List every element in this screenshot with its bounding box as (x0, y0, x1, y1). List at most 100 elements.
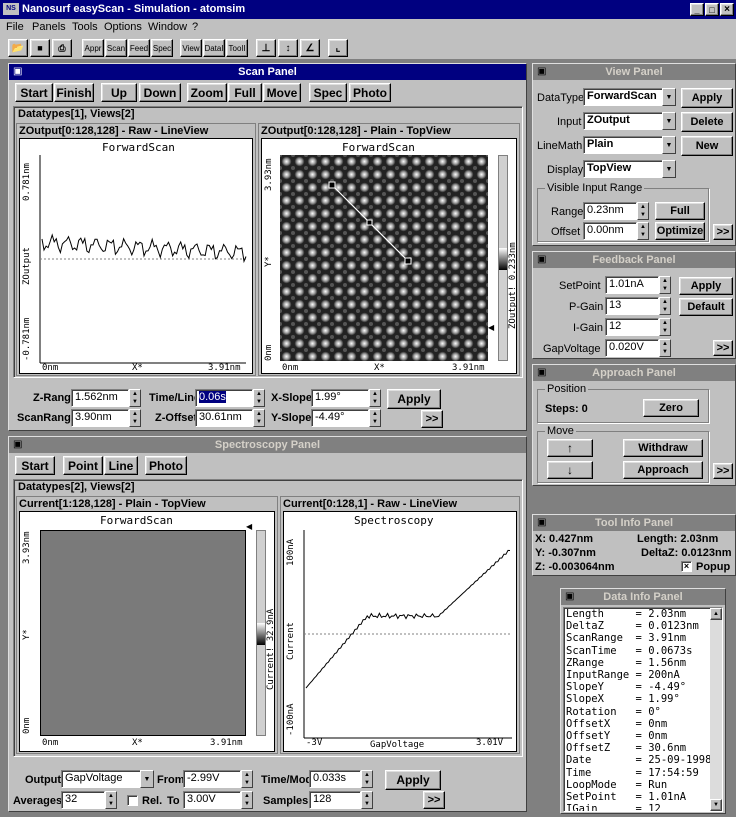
samples-field[interactable]: 128 (309, 791, 361, 809)
popup-checkbox[interactable]: × (681, 561, 692, 572)
zrange-spinner[interactable]: ▲ ▼ (129, 389, 141, 407)
linemath-dropdown-icon[interactable]: ▼ (662, 136, 676, 154)
view-more-button[interactable]: >> (713, 224, 733, 240)
timeline-field[interactable]: 0.06s (195, 389, 253, 407)
zoffset-spinner[interactable]: ▲ ▼ (253, 409, 265, 427)
toolbar-spec[interactable]: Spec (151, 39, 173, 57)
pgain-spinner[interactable]: ▲ ▼ (659, 297, 671, 315)
range-full-button[interactable]: Full (655, 202, 705, 220)
toolbar-feed[interactable]: Feed (128, 39, 150, 57)
title-bar[interactable]: NS Nanosurf easyScan - Simulation - atom… (0, 0, 736, 19)
spec-line-button[interactable]: Line (104, 456, 138, 475)
view-panel-titlebar[interactable]: View Panel (533, 64, 735, 80)
linemath-select[interactable]: Plain (583, 136, 663, 154)
display-dropdown-icon[interactable]: ▼ (662, 160, 676, 178)
scan-down-button[interactable]: Down (139, 83, 181, 102)
pin-icon[interactable]: ▣ (13, 66, 27, 78)
view-new-button[interactable]: New (681, 136, 733, 156)
input-dropdown-icon[interactable]: ▼ (662, 112, 676, 130)
averages-field[interactable]: 32 (61, 791, 105, 809)
datainfo-panel-titlebar[interactable]: Data Info Panel (561, 589, 725, 605)
averages-spinner[interactable]: ▲ ▼ (105, 791, 117, 809)
range-field[interactable]: 0.23nm (583, 202, 637, 220)
view-apply-button[interactable]: Apply (681, 88, 733, 108)
scan-apply-button[interactable]: Apply (387, 389, 441, 409)
scan-up-button[interactable]: Up (101, 83, 137, 102)
range-spinner[interactable]: ▲ ▼ (637, 202, 649, 220)
pin-icon[interactable]: ▣ (537, 367, 551, 379)
pin-icon[interactable]: ▣ (13, 439, 27, 451)
approach-button[interactable]: Approach (623, 461, 703, 479)
approach-more-button[interactable]: >> (713, 463, 733, 479)
move-down-button[interactable]: ↓ (547, 461, 593, 479)
yslope-field[interactable]: -4.49° (311, 409, 369, 427)
feedback-apply-button[interactable]: Apply (679, 277, 733, 295)
move-up-button[interactable]: ↑ (547, 439, 593, 457)
input-select[interactable]: ZOutput (583, 112, 663, 130)
scan-zoom-button[interactable]: Zoom (187, 83, 227, 102)
igain-field[interactable]: 12 (605, 318, 659, 336)
toolbar-datai[interactable]: DataI (203, 39, 225, 57)
to-spinner[interactable]: ▲ ▼ (241, 791, 253, 809)
scan-full-button[interactable]: Full (228, 83, 262, 102)
menu-options[interactable]: Options (104, 21, 142, 33)
datainfo-list[interactable]: Length = 2.03nm DeltaZ = 0.0123nm ScanRang… (563, 607, 723, 812)
optimize-button[interactable]: Optimize (655, 222, 705, 240)
gapvoltage-field[interactable]: 0.020V (605, 339, 659, 357)
display-select[interactable]: TopView (583, 160, 663, 178)
chart-icon[interactable]: ⌞ (328, 39, 348, 57)
maximize-button[interactable]: □ (705, 3, 719, 16)
offset-field[interactable]: 0.00nm (583, 222, 637, 240)
zrange-field[interactable]: 1.562nm (71, 389, 129, 407)
pgain-field[interactable]: 13 (605, 297, 659, 315)
spec-topview-plot[interactable]: ForwardScan ◀ Current! 32.9nA 3.93nm Y* … (19, 511, 276, 752)
close-button[interactable]: × (720, 3, 734, 16)
save-icon[interactable]: ■ (30, 39, 50, 57)
offset-spinner[interactable]: ▲ ▼ (637, 222, 649, 240)
igain-spinner[interactable]: ▲ ▼ (659, 318, 671, 336)
menu-tools[interactable]: Tools (72, 21, 98, 33)
scan-start-button[interactable]: Start (15, 83, 53, 102)
scan-panel-titlebar[interactable]: Scan Panel (9, 64, 526, 80)
xslope-field[interactable]: 1.99° (311, 389, 369, 407)
zero-button[interactable]: Zero (643, 399, 699, 417)
minimize-button[interactable]: _ (690, 3, 704, 16)
scroll-up-icon[interactable]: ▲ (710, 608, 722, 620)
angle-icon[interactable]: ∠ (300, 39, 320, 57)
timemod-field[interactable]: 0.033s (309, 770, 361, 788)
gapvoltage-spinner[interactable]: ▲ ▼ (659, 339, 671, 357)
datatype-dropdown-icon[interactable]: ▼ (662, 88, 676, 106)
xslope-spinner[interactable]: ▲ ▼ (369, 389, 381, 407)
spec-point-button[interactable]: Point (63, 456, 103, 475)
timemod-spinner[interactable]: ▲ ▼ (361, 770, 373, 788)
datatype-select[interactable]: ForwardScan (583, 88, 663, 106)
timeline-spinner[interactable]: ▲ ▼ (253, 389, 265, 407)
scan-more-button[interactable]: >> (421, 410, 443, 428)
spec-lineview-plot[interactable]: Spectroscopy 100nA Current -100nA -3V Ga… (283, 511, 517, 752)
scan-topview-plot[interactable]: ForwardScan ZOutput! 0.233nm ◀ 3.93nm Y*… (261, 138, 518, 374)
pin-icon[interactable]: ▣ (565, 591, 579, 603)
view-delete-button[interactable]: Delete (681, 112, 733, 132)
samples-spinner[interactable]: ▲ ▼ (361, 791, 373, 809)
feedback-more-button[interactable]: >> (713, 340, 733, 356)
spec-start-button[interactable]: Start (15, 456, 55, 475)
spec-panel-titlebar[interactable]: Spectroscopy Panel (9, 437, 526, 453)
scan-finish-button[interactable]: Finish (54, 83, 94, 102)
pin-icon[interactable]: ▣ (537, 254, 551, 266)
pin-icon[interactable]: ▣ (537, 66, 551, 78)
spec-apply-button[interactable]: Apply (385, 770, 441, 790)
zoffset-field[interactable]: 30.61nm (195, 409, 253, 427)
toolbar-view[interactable]: View (180, 39, 202, 57)
scan-move-button[interactable]: Move (263, 83, 301, 102)
menu-panels[interactable]: Panels (32, 21, 66, 33)
scanrange-field[interactable]: 3.90nm (71, 409, 129, 427)
spec-more-button[interactable]: >> (423, 791, 445, 809)
scanrange-spinner[interactable]: ▲ ▼ (129, 409, 141, 427)
menu-window[interactable]: Window (148, 21, 187, 33)
rel-checkbox[interactable] (127, 795, 138, 806)
output-dropdown-icon[interactable]: ▼ (140, 770, 154, 788)
withdraw-button[interactable]: Withdraw (623, 439, 703, 457)
print-icon[interactable]: ⎙ (52, 39, 72, 57)
scroll-down-icon[interactable]: ▼ (710, 799, 722, 811)
from-field[interactable]: -2.99V (183, 770, 241, 788)
